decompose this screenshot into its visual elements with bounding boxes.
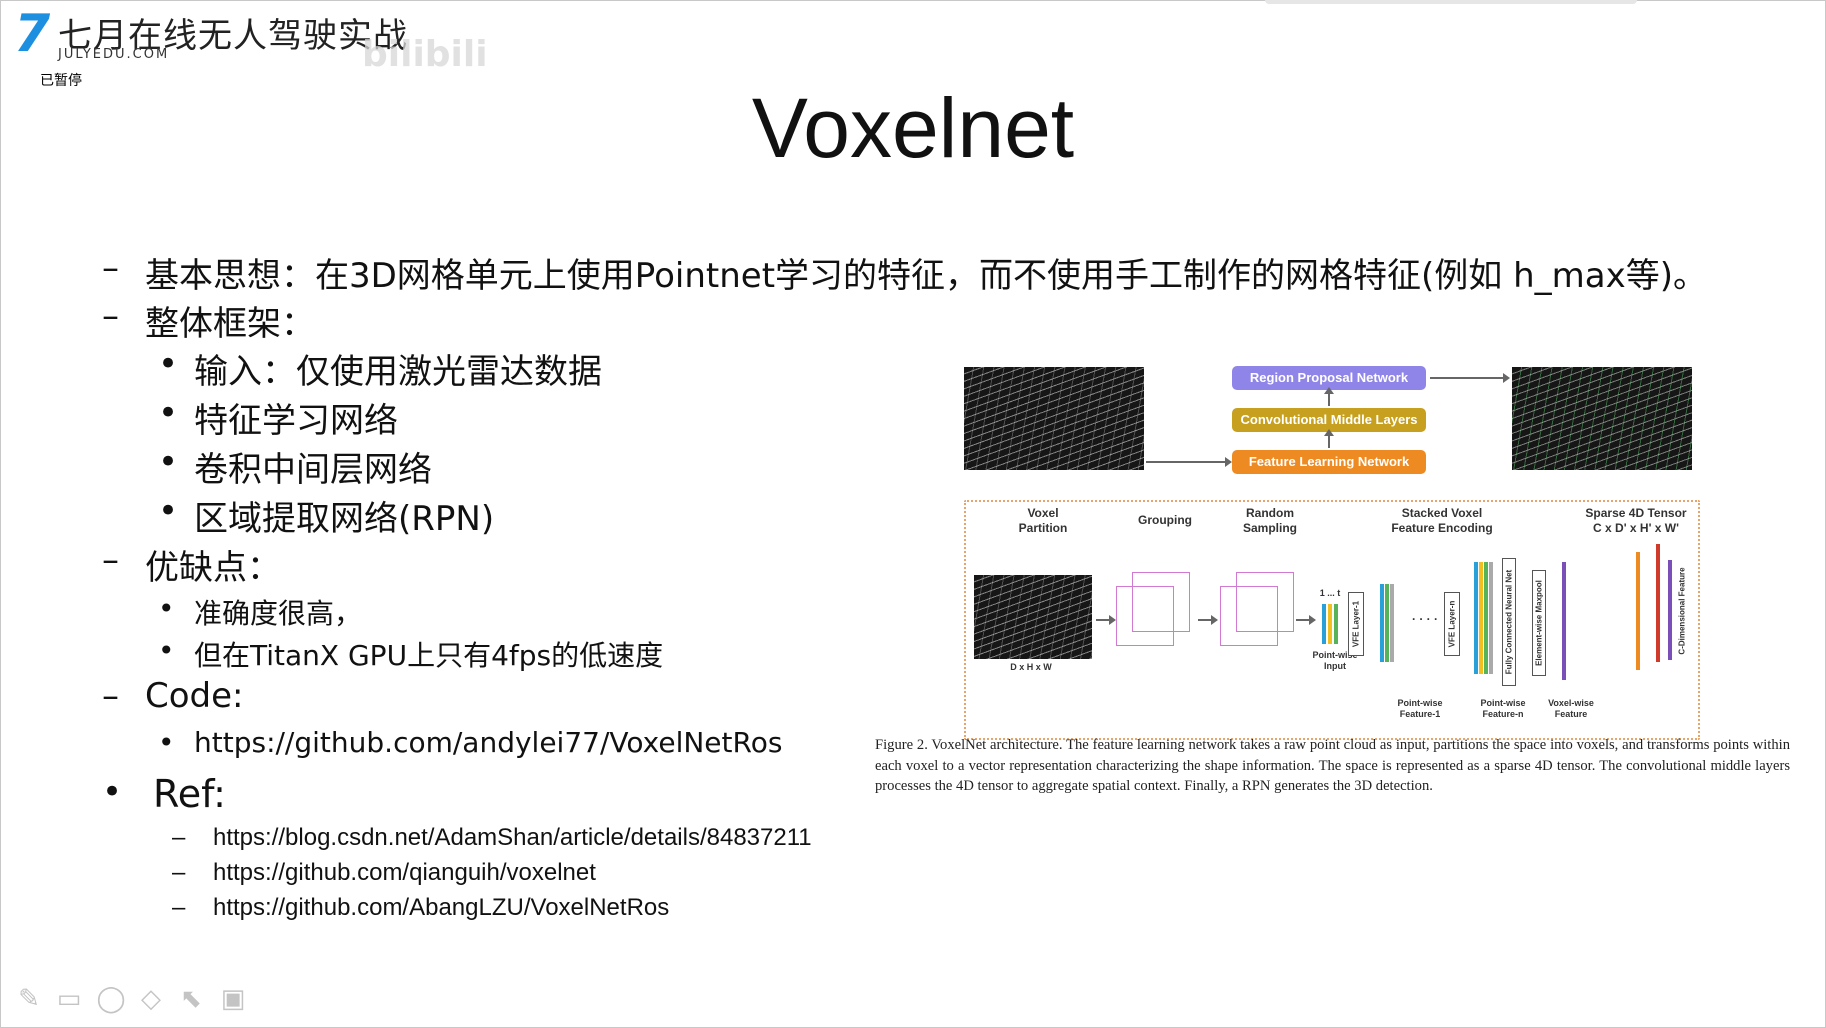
feature-bar	[1380, 584, 1384, 662]
pros-cons-heading: 优缺点：	[145, 548, 281, 588]
figure-caption: Figure 2. VoxelNet architecture. The fea…	[875, 737, 1790, 794]
vfe-layer-n-box: VFE Layer-n	[1444, 592, 1460, 656]
logo-subtitle: JULYEDU.COM	[58, 47, 170, 62]
dot-marker: •	[158, 726, 175, 759]
feature-bar	[1322, 604, 1326, 644]
pen-icon[interactable]: ✎	[14, 984, 44, 1014]
top-scroll-strip[interactable]	[1265, 0, 1637, 4]
feature-bar	[1334, 604, 1338, 644]
tensor-bar	[1636, 552, 1640, 670]
rectangle-icon[interactable]: ▭	[54, 984, 84, 1014]
dot-marker: •	[158, 634, 175, 667]
output-detection-image	[1512, 367, 1692, 470]
feature-bar	[1484, 562, 1488, 674]
voxelnet-architecture-figure: Region Proposal Network Convolutional Mi…	[960, 360, 1700, 740]
feature-bar	[1474, 562, 1478, 674]
dot-marker: •	[158, 393, 179, 433]
vfe-layer-n-label: VFE Layer-n	[1447, 600, 1457, 648]
cdim-box: C-Dimensional Feature	[1676, 556, 1688, 666]
sampling-cube	[1236, 572, 1294, 632]
dash-marker: –	[172, 894, 186, 921]
dash-marker: –	[102, 248, 119, 288]
framework-item: 特征学习网络	[194, 401, 398, 441]
dash-marker: –	[172, 824, 186, 851]
eraser-icon[interactable]: ◇	[136, 984, 166, 1014]
dash-marker: –	[102, 296, 119, 336]
lasso-icon[interactable]: ◯	[96, 984, 126, 1014]
framework-item: 卷积中间层网络	[194, 450, 432, 490]
framework-item: 区域提取网络(RPN)	[194, 499, 495, 539]
pros-cons-item: 准确度很高，	[194, 597, 363, 630]
arrow-icon	[1146, 457, 1232, 467]
framework-item: 输入：仅使用激光雷达数据	[194, 352, 602, 392]
vfe-layer-1-box: VFE Layer-1	[1348, 592, 1364, 656]
grouping-label: Grouping	[1138, 513, 1192, 527]
pointer-icon[interactable]: ⬉	[176, 984, 206, 1014]
random-sampling-label: Random Sampling	[1242, 506, 1297, 535]
pros-cons-item: 但在TitanX GPU上只有4fps的低速度	[194, 639, 664, 672]
fcn-label: Fully Connected Neural Net	[1504, 569, 1514, 675]
feature-bar	[1385, 584, 1389, 662]
camera-icon[interactable]: ▣	[218, 984, 248, 1014]
voxelwise-feature-bar	[1562, 562, 1566, 680]
arrow-up-icon	[1324, 429, 1334, 448]
fcn-box: Fully Connected Neural Net	[1502, 558, 1516, 686]
framework-heading: 整体框架：	[145, 304, 315, 344]
sparse-tensor-label: Sparse 4D Tensor C x D' x H' x W'	[1585, 506, 1687, 535]
maxpool-label: Element-wise Maxpool	[1534, 580, 1544, 666]
stacked-vfe-label: Stacked Voxel Feature Encoding	[1391, 506, 1493, 535]
code-heading: Code:	[145, 676, 244, 716]
voxel-partition-image	[974, 575, 1092, 659]
code-link[interactable]: https://github.com/andylei77/VoxelNetRos	[194, 726, 782, 759]
feature-bar	[1328, 604, 1332, 644]
dot-marker: •	[158, 442, 179, 482]
pointwise-feature-1-label: Point-wise Feature-1	[1397, 698, 1443, 719]
dash-marker: –	[102, 540, 119, 580]
cdim-label: C-Dimensional Feature	[1677, 567, 1687, 655]
feature-learning-block: Feature Learning Network	[1232, 450, 1426, 474]
ref-link[interactable]: https://blog.csdn.net/AdamShan/article/d…	[213, 824, 812, 852]
voxelwise-feature-label: Voxel-wise Feature	[1548, 698, 1594, 719]
dot-marker: •	[158, 491, 179, 531]
grouping-cube	[1132, 572, 1190, 632]
ref-heading: Ref:	[153, 772, 226, 816]
vfe-layer-1-label: VFE Layer-1	[1351, 600, 1361, 648]
dash-marker: –	[172, 859, 186, 886]
dhw-label: D x H x W	[1010, 662, 1052, 672]
idea-text: 基本思想：在3D网格单元上使用Pointnet学习的特征，而不使用手工制作的网格…	[145, 256, 1707, 296]
ellipsis-label: · · · ·	[1412, 612, 1438, 626]
arrow-icon	[1198, 615, 1218, 625]
dot-marker: •	[158, 592, 175, 625]
feature-bar	[1489, 562, 1493, 674]
arrow-up-icon	[1324, 387, 1334, 406]
dot-marker: •	[158, 344, 179, 384]
logo-seven-icon: 7	[14, 4, 51, 64]
maxpool-box: Element-wise Maxpool	[1532, 570, 1546, 676]
voxel-partition-label: Voxel Partition	[1018, 506, 1068, 535]
one-to-t-label: 1 ... t	[1319, 588, 1341, 598]
arrow-icon	[1096, 615, 1116, 625]
feature-bar	[1479, 562, 1483, 674]
ref-link[interactable]: https://github.com/qianguih/voxelnet	[213, 859, 596, 887]
pointwise-feature-n-label: Point-wise Feature-n	[1480, 698, 1526, 719]
ref-link[interactable]: https://github.com/AbangLZU/VoxelNetRos	[213, 894, 669, 922]
tensor-bar	[1668, 560, 1672, 660]
feature-bar	[1390, 584, 1394, 662]
input-point-cloud-image	[964, 367, 1144, 470]
arrow-icon	[1296, 615, 1316, 625]
dot-marker: •	[102, 772, 123, 812]
slide-title: Voxelnet	[751, 81, 1075, 175]
tensor-bar	[1656, 544, 1660, 662]
blurred-watermark: bilibili	[362, 34, 488, 75]
dash-marker: –	[102, 676, 119, 716]
arrow-icon	[1430, 373, 1510, 383]
